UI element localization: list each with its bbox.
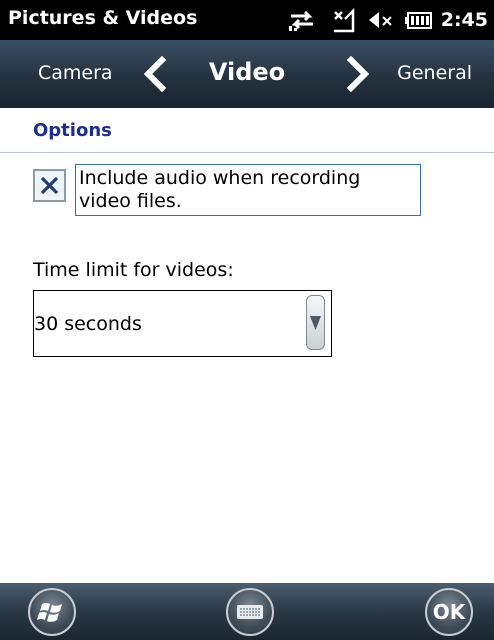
volume-muted-icon[interactable] bbox=[367, 7, 395, 33]
section-title: Options bbox=[33, 120, 112, 141]
ok-button[interactable]: OK bbox=[425, 588, 473, 636]
tab-header: Camera Video General bbox=[0, 40, 494, 108]
include-audio-checkbox[interactable] bbox=[33, 169, 66, 202]
battery-icon[interactable] bbox=[404, 7, 433, 33]
section-header: Options bbox=[0, 108, 494, 153]
chevron-right-icon[interactable] bbox=[343, 55, 373, 93]
app-title: Pictures & Videos bbox=[8, 7, 198, 29]
status-bar: Pictures & Videos 2:45 bbox=[0, 0, 494, 40]
windows-start-icon bbox=[37, 603, 62, 622]
time-limit-value: 30 seconds bbox=[34, 313, 142, 335]
dropdown-arrow-icon[interactable] bbox=[306, 295, 325, 350]
checkmark-x-icon bbox=[40, 176, 59, 195]
tab-general[interactable]: General bbox=[397, 62, 472, 84]
keyboard-icon bbox=[237, 605, 263, 619]
no-signal-icon[interactable] bbox=[331, 7, 357, 33]
connectivity-icon[interactable] bbox=[287, 7, 317, 33]
softkey-bar: OK bbox=[0, 583, 494, 640]
time-limit-label: Time limit for videos: bbox=[33, 259, 234, 281]
include-audio-label[interactable]: Include audio when recording video files… bbox=[75, 164, 421, 216]
keyboard-button[interactable] bbox=[226, 588, 274, 636]
time-limit-select[interactable]: 30 seconds bbox=[33, 290, 332, 357]
status-icons: 2:45 bbox=[287, 4, 488, 36]
status-time[interactable]: 2:45 bbox=[441, 9, 488, 31]
start-button[interactable] bbox=[28, 588, 76, 636]
